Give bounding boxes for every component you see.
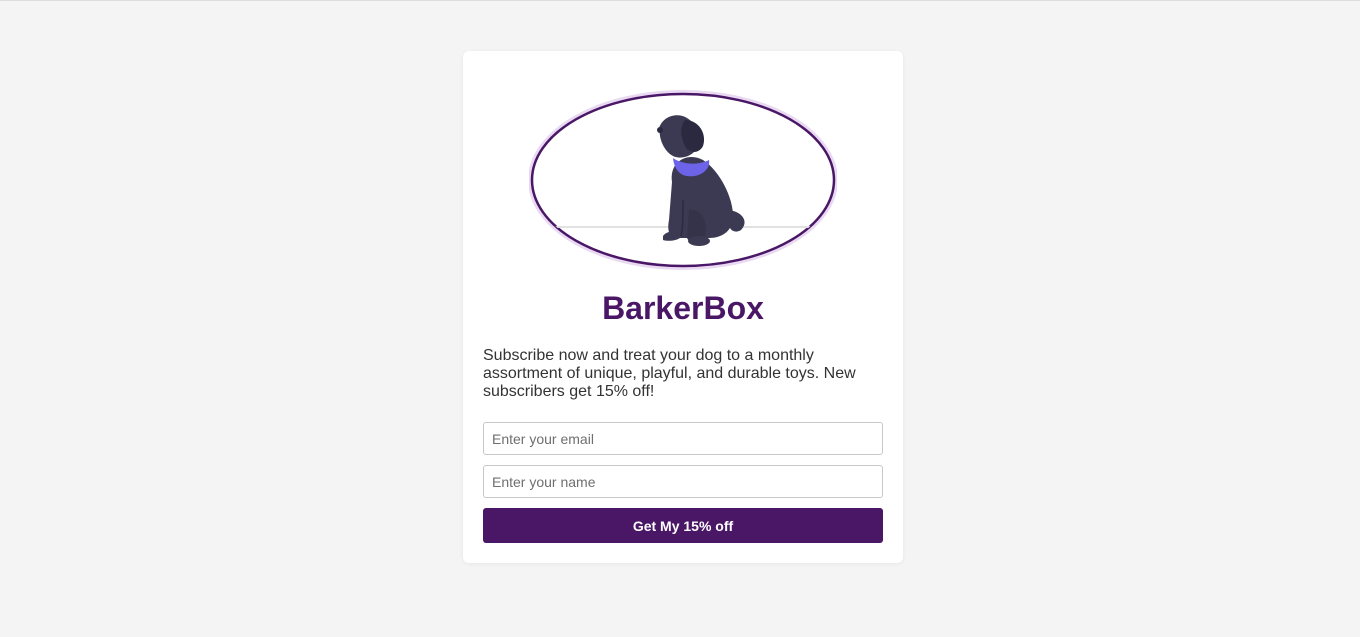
get-discount-button[interactable]: Get My 15% off (483, 508, 883, 543)
signup-card: BarkerBox Subscribe now and treat your d… (463, 51, 903, 563)
name-field[interactable] (483, 465, 883, 498)
top-divider (0, 0, 1360, 1)
email-field[interactable] (483, 422, 883, 455)
page-title: BarkerBox (602, 290, 764, 326)
subscription-description: Subscribe now and treat your dog to a mo… (483, 347, 856, 400)
dog-illustration-icon (529, 90, 837, 270)
hero-image (529, 90, 837, 270)
